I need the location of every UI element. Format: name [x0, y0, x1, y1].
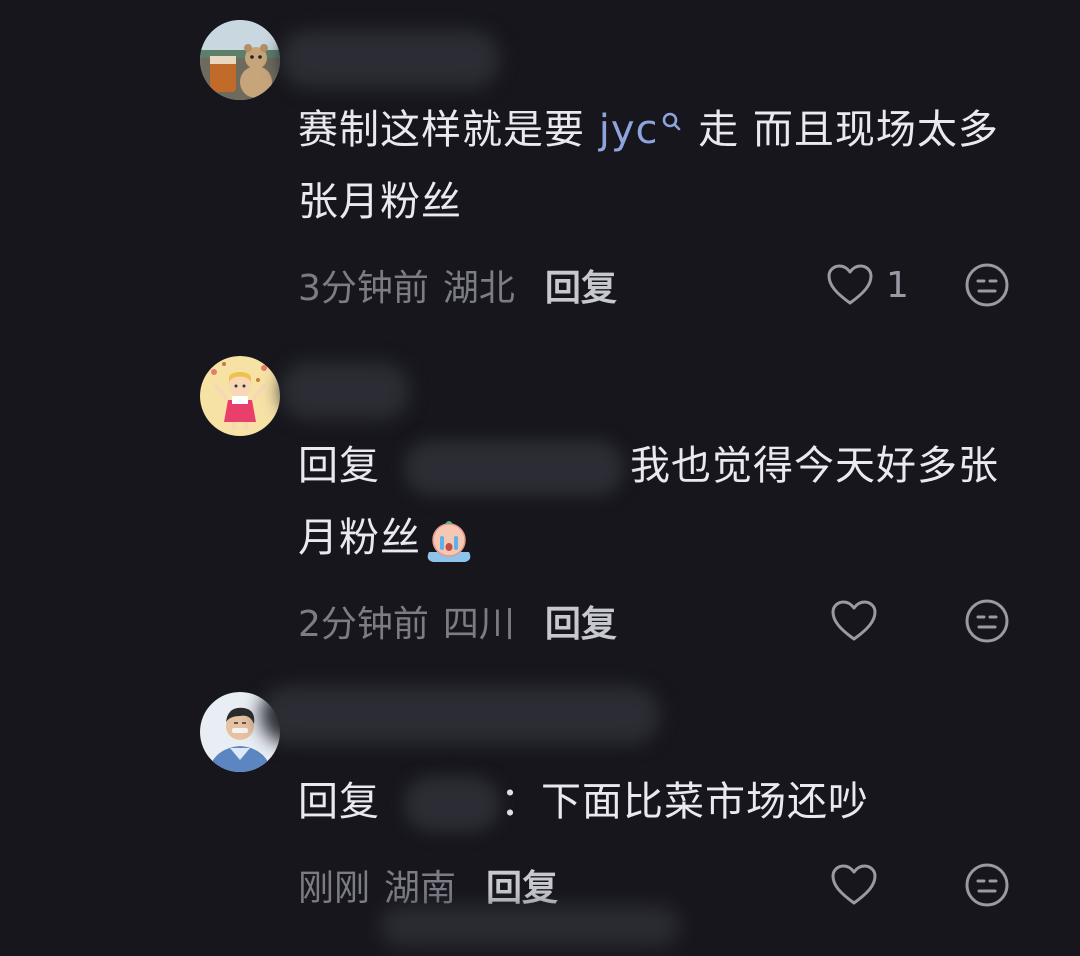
search-link-label: jyc: [598, 107, 659, 153]
comment-meta: 刚刚 湖南 回复: [298, 860, 558, 910]
like-button[interactable]: 1: [826, 260, 909, 310]
comment-text: 赛制这样就是要 jyc 走 而且现场太多张月粉丝: [298, 94, 1038, 238]
heart-icon: [827, 264, 873, 305]
comment-text: 回复 ：下面比菜市场还吵: [298, 766, 1038, 838]
like-count: 1: [886, 264, 909, 306]
comment-location: 四川: [442, 604, 515, 645]
search-link[interactable]: jyc: [599, 107, 685, 153]
comment-text-part: ：下面比菜市场还吵: [500, 779, 869, 825]
crying-face-emoji-icon: [421, 512, 477, 568]
comment-text: 回复 我也觉得今天好多张月粉丝: [298, 430, 1038, 574]
reply-prefix: 回复: [298, 443, 380, 489]
comment-text-part: 赛制这样就是要: [298, 107, 599, 153]
avatar[interactable]: [200, 356, 280, 436]
comment-location: 湖北: [442, 268, 515, 309]
neutral-face-icon: [965, 263, 1009, 307]
username-blurred[interactable]: [280, 362, 410, 420]
replied-user-blurred[interactable]: [404, 776, 500, 832]
username-blurred[interactable]: [260, 686, 660, 744]
username-blurred[interactable]: [280, 30, 500, 88]
neutral-face-icon: [965, 599, 1009, 643]
replied-user-blurred[interactable]: [404, 440, 624, 496]
neutral-face-icon: [965, 863, 1009, 907]
comment-location: 湖南: [384, 868, 457, 909]
avatar-girl-cartoon-icon: [200, 356, 280, 436]
comment-meta: 2分钟前 四川 回复: [298, 596, 617, 646]
avatar[interactable]: [200, 20, 280, 100]
comment-time: 刚刚: [298, 868, 371, 909]
heart-icon: [831, 600, 877, 641]
comment-text-part: 我也觉得今天好多张月粉丝: [298, 443, 999, 561]
reply-button[interactable]: 回复: [545, 259, 617, 311]
comment-meta: 3分钟前 湖北 回复: [298, 260, 617, 310]
dislike-button[interactable]: [964, 598, 1010, 644]
search-icon: [659, 94, 685, 134]
comment-time: 2分钟前: [298, 604, 429, 645]
avatar-iced-coffee-bear-icon: [200, 20, 280, 100]
watermark-blurred: [380, 906, 680, 946]
comment-list: 赛制这样就是要 jyc 走 而且现场太多张月粉丝 3分钟前 湖北 回复 1 回复…: [0, 0, 1080, 956]
dislike-button[interactable]: [964, 262, 1010, 308]
reply-button[interactable]: 回复: [486, 859, 558, 911]
like-button[interactable]: [830, 596, 890, 646]
dislike-button[interactable]: [964, 862, 1010, 908]
reply-prefix: 回复: [298, 779, 380, 825]
heart-icon: [831, 864, 877, 905]
like-button[interactable]: [830, 860, 890, 910]
comment-time: 3分钟前: [298, 268, 429, 309]
reply-button[interactable]: 回复: [545, 595, 617, 647]
